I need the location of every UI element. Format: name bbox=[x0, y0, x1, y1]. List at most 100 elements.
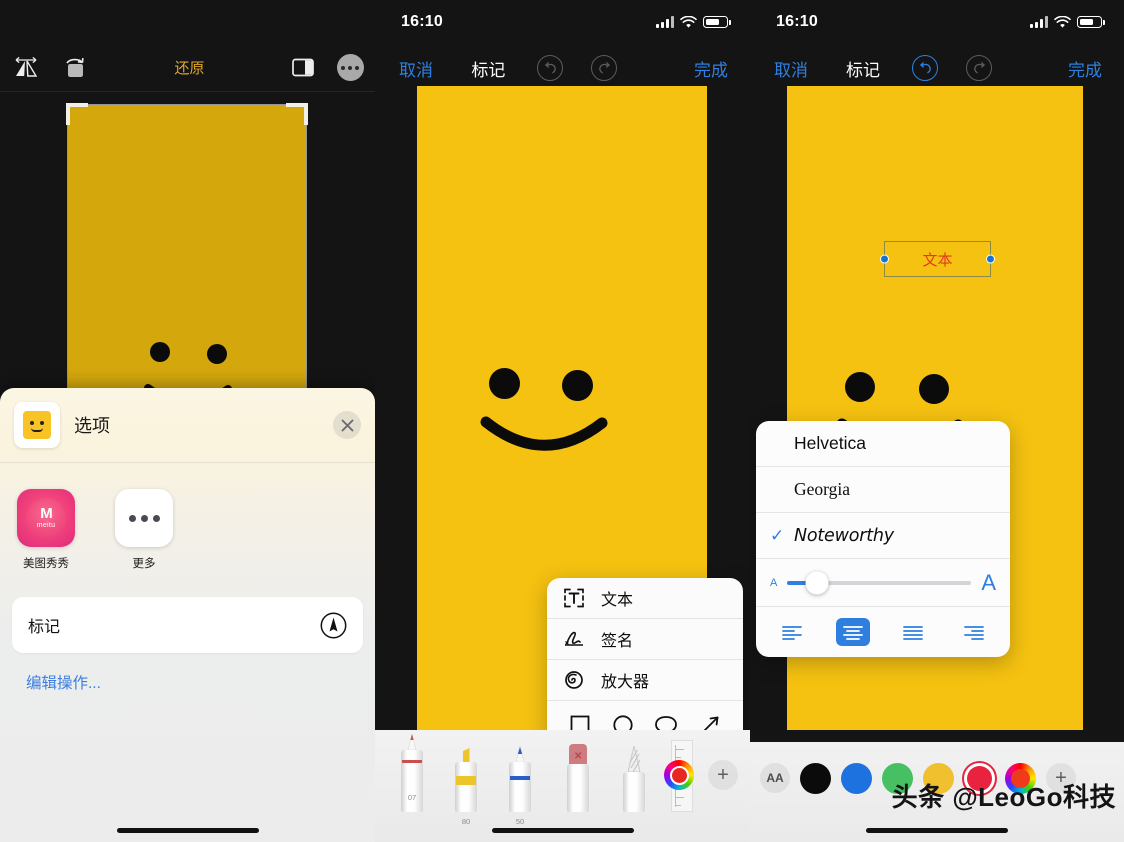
popover-tail bbox=[780, 656, 802, 657]
edit-actions-link[interactable]: 编辑操作... bbox=[26, 671, 375, 693]
text-handle-left[interactable] bbox=[880, 254, 889, 264]
markup-nav-bar: 取消 标记 完成 bbox=[375, 44, 750, 92]
markup-menu-item-signature[interactable]: 签名 bbox=[547, 619, 743, 660]
screenshot-stage: 还原 选项 M meitu 美图秀秀 更多 标记 编辑操作... 16:10 取… bbox=[0, 0, 1124, 842]
rotate-icon[interactable] bbox=[52, 56, 98, 80]
pen-size-label: 80 bbox=[461, 817, 471, 826]
font-size-small-label: A bbox=[770, 576, 778, 589]
font-option-helvetica[interactable]: Helvetica bbox=[756, 421, 1010, 467]
share-app-meitu[interactable]: M meitu 美图秀秀 bbox=[12, 489, 80, 571]
done-button[interactable]: 完成 bbox=[694, 56, 750, 81]
status-time: 16:10 bbox=[401, 13, 443, 30]
panel-text-style: 16:10 取消 标记 完成 文本 Helvetica Georgia ✓ No… bbox=[750, 0, 1124, 842]
slider-knob[interactable] bbox=[805, 571, 829, 594]
panel-markup-menu: 16:10 取消 标记 完成 文本 签名 放大器 07 80 50 ✕ + bbox=[375, 0, 750, 842]
text-alignment-row bbox=[756, 607, 1010, 657]
share-sheet-title: 选项 bbox=[74, 416, 110, 436]
share-app-more[interactable]: 更多 bbox=[110, 489, 178, 571]
font-option-label: Georgia bbox=[794, 479, 851, 499]
cellular-signal-icon bbox=[656, 16, 674, 28]
more-apps-icon bbox=[115, 489, 173, 547]
share-action-markup[interactable]: 标记 bbox=[12, 597, 363, 653]
checkmark-icon: ✓ bbox=[770, 525, 785, 545]
photo-thumbnail bbox=[14, 402, 60, 448]
color-swatch-black[interactable] bbox=[800, 762, 831, 794]
status-bar: 16:10 bbox=[375, 0, 750, 44]
face-eye-left bbox=[845, 372, 875, 402]
pen-tool[interactable]: 07 bbox=[389, 734, 435, 812]
markup-menu-label: 文本 bbox=[601, 592, 634, 609]
home-indicator bbox=[491, 828, 634, 833]
revert-button[interactable]: 还原 bbox=[175, 57, 205, 78]
done-button[interactable]: 完成 bbox=[1068, 56, 1124, 81]
cellular-signal-icon bbox=[1030, 16, 1048, 28]
face-eye-right bbox=[562, 370, 593, 401]
undo-icon[interactable] bbox=[912, 55, 938, 81]
align-justify-icon[interactable] bbox=[896, 618, 930, 646]
markup-tool-bar: 07 80 50 ✕ + bbox=[375, 730, 750, 842]
redo-icon[interactable] bbox=[966, 55, 992, 81]
cancel-button[interactable]: 取消 bbox=[750, 56, 808, 81]
font-size-slider[interactable]: A A bbox=[756, 559, 1010, 607]
pen-size-label: 07 bbox=[407, 793, 417, 802]
battery-icon bbox=[1077, 16, 1105, 28]
font-option-label: Helvetica bbox=[794, 433, 866, 453]
color-swatch-blue[interactable] bbox=[841, 762, 872, 794]
markup-menu-label: 放大器 bbox=[601, 674, 650, 691]
align-left-icon[interactable] bbox=[775, 618, 809, 646]
home-indicator bbox=[116, 828, 259, 833]
wifi-icon bbox=[680, 15, 697, 28]
face-eye-left bbox=[489, 368, 520, 399]
crop-handle-tr2[interactable] bbox=[304, 103, 308, 125]
meitu-app-icon: M meitu bbox=[17, 489, 75, 547]
redo-icon[interactable] bbox=[591, 55, 618, 81]
font-option-label: Noteworthy bbox=[794, 525, 894, 546]
eraser-tool[interactable]: ✕ bbox=[555, 744, 601, 812]
more-options-icon[interactable] bbox=[325, 54, 375, 81]
flip-horizontal-icon[interactable] bbox=[0, 56, 52, 80]
magnifier-icon bbox=[565, 671, 583, 689]
markup-add-menu: 文本 签名 放大器 bbox=[547, 578, 743, 749]
share-app-list: M meitu 美图秀秀 更多 bbox=[0, 463, 375, 571]
lasso-tool[interactable] bbox=[611, 746, 657, 812]
markup-pen-icon bbox=[320, 612, 347, 639]
font-style-popover: Helvetica Georgia ✓ Noteworthy A A bbox=[756, 421, 1010, 657]
status-time: 16:10 bbox=[776, 13, 818, 30]
markup-nav-bar: 取消 标记 完成 bbox=[750, 44, 1124, 92]
font-option-georgia[interactable]: Georgia bbox=[756, 467, 1010, 513]
align-center-icon[interactable] bbox=[835, 618, 870, 646]
add-icon[interactable]: + bbox=[708, 760, 738, 790]
markup-menu-item-text[interactable]: 文本 bbox=[547, 578, 743, 619]
close-icon[interactable] bbox=[333, 411, 361, 439]
text-handle-right[interactable] bbox=[986, 254, 995, 264]
color-wheel-icon[interactable] bbox=[664, 760, 694, 790]
battery-icon bbox=[703, 16, 731, 28]
cancel-button[interactable]: 取消 bbox=[375, 56, 433, 81]
page-title: 标记 bbox=[471, 60, 506, 80]
highlighter-tool[interactable]: 80 bbox=[443, 748, 489, 826]
aspect-ratio-icon[interactable] bbox=[281, 57, 325, 78]
undo-icon[interactable] bbox=[537, 55, 564, 81]
wifi-icon bbox=[1054, 15, 1071, 28]
text-box-icon bbox=[564, 588, 584, 608]
marker-tool[interactable]: 50 bbox=[497, 746, 543, 826]
align-right-icon[interactable] bbox=[957, 618, 991, 646]
pen-size-label: 50 bbox=[515, 817, 525, 826]
share-app-label: 更多 bbox=[132, 558, 156, 570]
editor-toolbar: 还原 bbox=[0, 44, 375, 92]
watermark: 头条 @LeoGo科技 bbox=[891, 782, 1116, 812]
crop-handle-tl2[interactable] bbox=[66, 103, 70, 125]
text-object-value: 文本 bbox=[922, 251, 953, 269]
share-action-label: 标记 bbox=[28, 619, 61, 636]
page-title: 标记 bbox=[846, 60, 880, 80]
font-size-large-label: A bbox=[981, 569, 996, 595]
font-option-noteworthy[interactable]: ✓ Noteworthy bbox=[756, 513, 1010, 559]
home-indicator bbox=[866, 828, 1008, 833]
share-sheet-header: 选项 bbox=[0, 388, 375, 454]
text-object[interactable]: 文本 bbox=[880, 241, 995, 277]
text-style-icon[interactable]: AA bbox=[760, 763, 790, 793]
status-bar: 16:10 bbox=[750, 0, 1124, 44]
share-app-label: 美图秀秀 bbox=[23, 558, 69, 570]
slider-track[interactable] bbox=[787, 571, 972, 594]
markup-menu-item-magnifier[interactable]: 放大器 bbox=[547, 660, 743, 701]
